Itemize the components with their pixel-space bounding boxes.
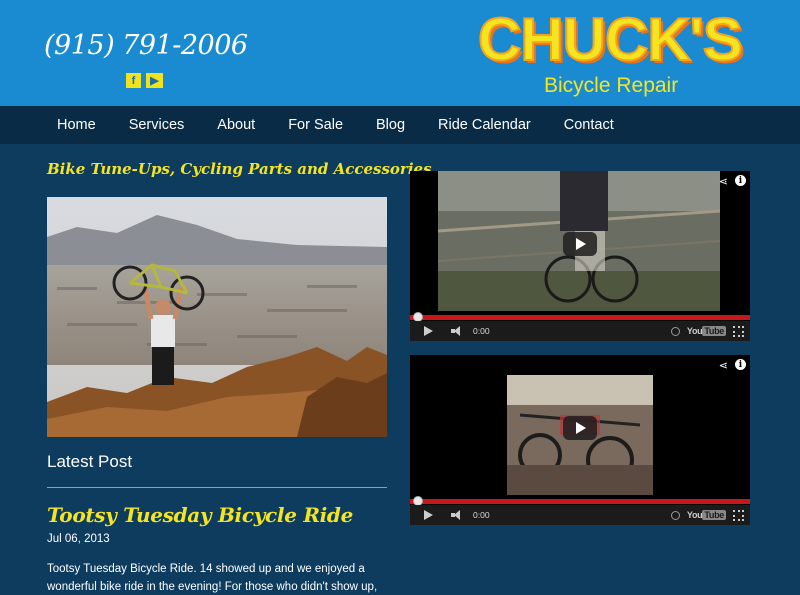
info-icon[interactable]: i xyxy=(735,359,746,370)
nav-contact[interactable]: Contact xyxy=(564,117,614,133)
post-date: Jul 06, 2013 xyxy=(47,533,110,545)
volume-icon[interactable] xyxy=(451,326,463,336)
phone-number[interactable]: (915) 791-2006 xyxy=(44,30,248,61)
video-top-icons: ⋖ i xyxy=(719,359,746,372)
main-nav: Home Services About For Sale Blog Ride C… xyxy=(0,106,800,144)
share-icon[interactable]: ⋖ xyxy=(719,359,728,372)
hero-photo xyxy=(47,197,387,437)
tagline: Bike Tune-Ups, Cycling Parts and Accesso… xyxy=(47,160,432,178)
nav-blog[interactable]: Blog xyxy=(376,117,405,133)
fullscreen-icon[interactable] xyxy=(733,325,744,337)
watch-later-icon[interactable] xyxy=(670,326,680,336)
logo-subtitle: Bicycle Repair xyxy=(544,74,679,97)
play-control-icon[interactable] xyxy=(424,326,433,336)
hero-image xyxy=(47,197,387,437)
youtube-logo-text: You xyxy=(686,326,703,336)
video-top-icons: ⋖ i xyxy=(719,175,746,188)
info-icon[interactable]: i xyxy=(735,175,746,186)
youtube-logo[interactable]: You Tube xyxy=(687,510,726,520)
youtube-logo-text: You xyxy=(686,510,703,520)
video-time: 0:00 xyxy=(473,510,490,520)
video-time: 0:00 xyxy=(473,326,490,336)
nav-ride-calendar[interactable]: Ride Calendar xyxy=(438,117,531,133)
video-player-1[interactable]: ⋖ i 0:00 You Tube xyxy=(410,171,750,341)
latest-post-heading: Latest Post xyxy=(47,452,133,471)
fullscreen-icon[interactable] xyxy=(733,509,744,521)
divider xyxy=(47,487,387,488)
post-excerpt: Tootsy Tuesday Bicycle Ride. 14 showed u… xyxy=(47,563,378,593)
play-control-icon[interactable] xyxy=(424,510,433,520)
youtube-icon[interactable]: ▶ xyxy=(146,73,163,88)
watch-later-icon[interactable] xyxy=(670,510,680,520)
play-button[interactable] xyxy=(563,416,597,440)
logo-title: CHUCK'S xyxy=(477,6,744,73)
play-button[interactable] xyxy=(563,232,597,256)
nav-services[interactable]: Services xyxy=(129,117,185,133)
nav-for-sale[interactable]: For Sale xyxy=(288,117,343,133)
progress-bar[interactable] xyxy=(410,312,750,322)
facebook-icon[interactable]: f xyxy=(126,73,141,88)
nav-home[interactable]: Home xyxy=(57,117,96,133)
volume-icon[interactable] xyxy=(451,510,463,520)
site-logo[interactable]: CHUCK'S Bicycle Repair xyxy=(477,6,758,100)
youtube-logo[interactable]: You Tube xyxy=(687,326,726,336)
video-controls: 0:00 You Tube xyxy=(410,505,750,525)
share-icon[interactable]: ⋖ xyxy=(719,175,728,188)
progress-bar[interactable] xyxy=(410,496,750,506)
youtube-logo-box: Tube xyxy=(702,510,726,520)
youtube-logo-box: Tube xyxy=(702,326,726,336)
site-header: (915) 791-2006 f ▶ CHUCK'S Bicycle Repai… xyxy=(0,0,800,106)
social-links: f ▶ xyxy=(126,73,163,88)
nav-about[interactable]: About xyxy=(217,117,255,133)
video-controls: 0:00 You Tube xyxy=(410,321,750,341)
post-title[interactable]: Tootsy Tuesday Bicycle Ride xyxy=(47,503,353,527)
video-player-2[interactable]: ⋖ i 0:00 You Tube xyxy=(410,355,750,525)
